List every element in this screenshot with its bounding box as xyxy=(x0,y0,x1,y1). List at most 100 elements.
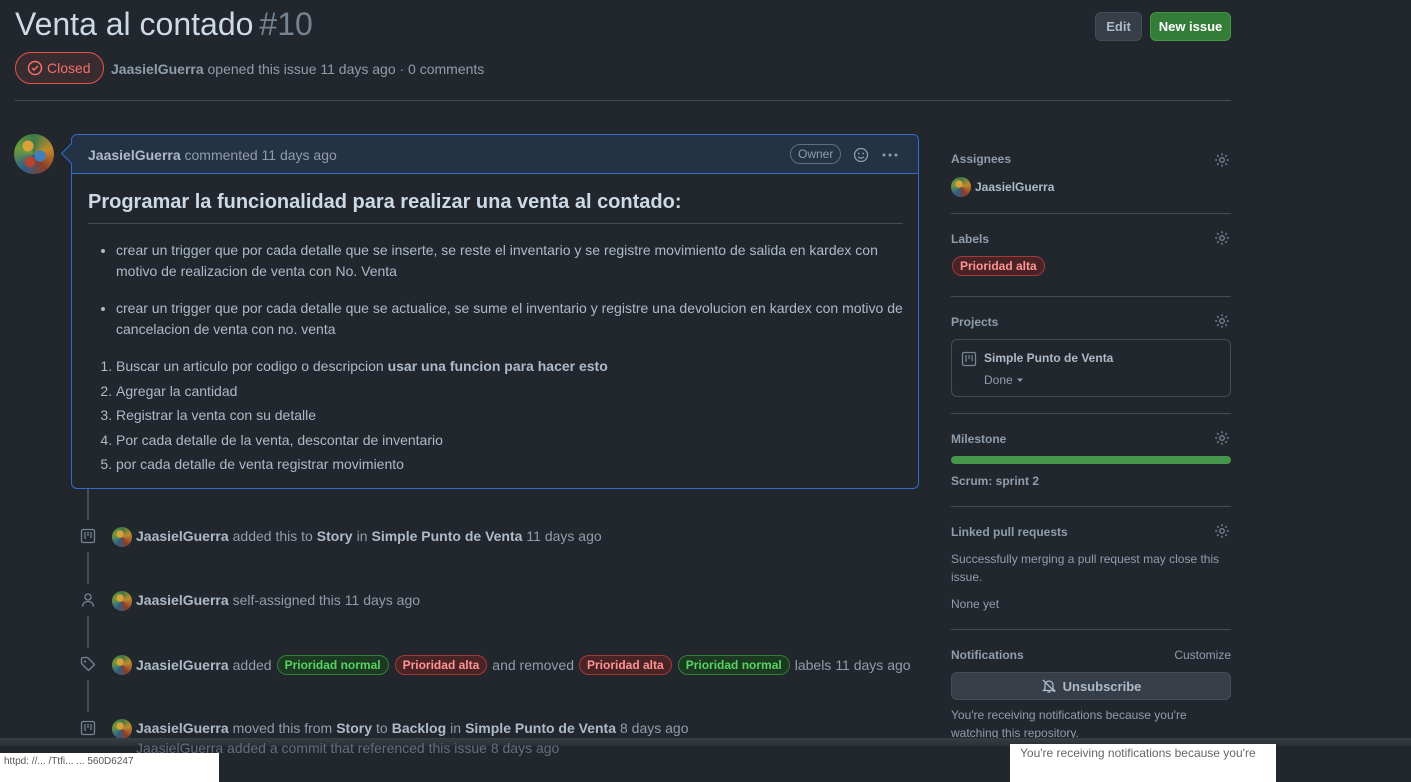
event-time[interactable]: 11 days ago xyxy=(526,528,601,544)
status-url-overlay: httpd: //... /Ttfi... ... 560D6247 xyxy=(0,753,219,782)
project-icon xyxy=(79,527,97,545)
sidebar-divider xyxy=(951,296,1231,297)
person-icon xyxy=(79,591,97,609)
event-column: Backlog xyxy=(391,720,447,736)
event-time[interactable]: 11 days ago xyxy=(835,657,910,673)
list-item: crear un trigger que por cada detalle qu… xyxy=(116,298,903,340)
avatar[interactable] xyxy=(951,177,971,197)
comment-action: commented 11 days ago xyxy=(184,147,337,163)
sidebar-divider xyxy=(951,629,1231,630)
sidebar-section-title[interactable]: Milestone xyxy=(951,432,1006,446)
timeline-event: JaasielGuerra added Prioridad normal Pri… xyxy=(136,655,911,675)
comment-author: JaasielGuerra commented 11 days ago xyxy=(88,147,337,163)
avatar[interactable] xyxy=(112,719,132,739)
comment-heading: Programar la funcionalidad para realizar… xyxy=(88,190,903,224)
avatar[interactable] xyxy=(14,134,54,174)
unsubscribe-button[interactable]: Unsubscribe xyxy=(951,672,1231,700)
list-item: por cada detalle de venta registrar movi… xyxy=(116,454,903,475)
header-divider xyxy=(15,100,1231,101)
timeline-event: JaasielGuerra added this to Story in Sim… xyxy=(136,528,602,544)
sidebar-section-title[interactable]: Labels xyxy=(951,232,989,246)
bullet-list: crear un trigger que por cada detalle qu… xyxy=(88,240,903,340)
sidebar-section-title[interactable]: Linked pull requests xyxy=(951,525,1068,539)
issue-author-link[interactable]: JaasielGuerra xyxy=(111,61,204,77)
linked-prs-description: Successfully merging a pull request may … xyxy=(951,552,1220,584)
bell-slash-icon xyxy=(1041,679,1056,693)
timeline-event: JaasielGuerra moved this from Story to B… xyxy=(136,720,689,736)
sidebar-section-title[interactable]: Assignees xyxy=(951,152,1011,166)
event-text: in xyxy=(450,720,462,736)
assignee-name[interactable]: JaasielGuerra xyxy=(975,180,1054,194)
label-badge[interactable]: Prioridad normal xyxy=(677,655,790,675)
comment-author-link[interactable]: JaasielGuerra xyxy=(88,147,181,163)
numbered-list: Buscar un articulo por codigo o descripc… xyxy=(88,356,903,475)
event-column: Story xyxy=(336,720,373,736)
event-text: added this to xyxy=(232,528,313,544)
project-name[interactable]: Simple Punto de Venta xyxy=(984,351,1113,365)
timeline-line xyxy=(87,489,89,520)
comment-body: Programar la funcionalidad para realizar… xyxy=(88,190,903,479)
customize-link[interactable]: Customize xyxy=(1174,648,1231,662)
list-item: Por cada detalle de la venta, descontar … xyxy=(116,430,903,451)
event-text: in xyxy=(356,528,368,544)
timeline-line xyxy=(87,552,89,584)
timeline-line xyxy=(87,616,89,648)
kebab-horizontal-icon[interactable] xyxy=(881,147,899,163)
edit-button[interactable]: Edit xyxy=(1095,12,1142,41)
issue-page: Venta al contado #10 Edit New issue Close… xyxy=(0,0,1411,782)
label-badge[interactable]: Prioridad normal xyxy=(276,655,389,675)
event-text: self-assigned this xyxy=(232,592,341,608)
comment-header: JaasielGuerra commented 11 days ago Owne… xyxy=(72,135,918,174)
issue-title: Venta al contado #10 xyxy=(15,6,313,43)
event-actor[interactable]: JaasielGuerra xyxy=(136,657,229,673)
event-text: labels xyxy=(794,657,832,673)
notification-overlay: You're receiving notifications because y… xyxy=(1010,744,1276,782)
event-project-link[interactable]: Simple Punto de Venta xyxy=(372,528,523,544)
linked-prs-empty: None yet xyxy=(951,597,1000,611)
event-actor[interactable]: JaasielGuerra xyxy=(136,720,229,736)
smiley-icon[interactable] xyxy=(853,147,869,163)
status-badge-label: Closed xyxy=(47,60,91,76)
sidebar-divider xyxy=(951,413,1231,414)
event-actor[interactable]: JaasielGuerra xyxy=(136,528,229,544)
project-status-select[interactable]: Done xyxy=(984,373,1024,387)
event-text: to xyxy=(376,720,388,736)
label-badge[interactable]: Prioridad alta xyxy=(394,655,488,675)
owner-badge: Owner xyxy=(790,144,842,164)
avatar[interactable] xyxy=(112,591,132,611)
event-text: moved this from xyxy=(232,720,333,736)
label-badge[interactable]: Prioridad alta xyxy=(952,256,1045,276)
event-column: Story xyxy=(316,528,353,544)
new-issue-button[interactable]: New issue xyxy=(1150,12,1231,41)
project-card[interactable]: Simple Punto de Venta Done xyxy=(951,339,1231,397)
chevron-down-icon xyxy=(1016,378,1023,382)
milestone-progress-bar xyxy=(951,456,1231,464)
issue-closed-icon xyxy=(27,60,43,76)
gear-icon[interactable] xyxy=(1214,430,1230,446)
event-time[interactable]: 11 days ago xyxy=(345,592,420,608)
project-icon xyxy=(961,351,977,367)
tag-icon xyxy=(79,655,97,673)
sidebar-divider xyxy=(951,213,1231,214)
sidebar-divider xyxy=(951,506,1231,507)
gear-icon[interactable] xyxy=(1214,523,1230,539)
event-time[interactable]: 8 days ago xyxy=(620,720,689,736)
project-icon xyxy=(79,719,97,737)
timeline-event: JaasielGuerra self-assigned this 11 days… xyxy=(136,592,420,608)
milestone-name[interactable]: Scrum: sprint 2 xyxy=(951,474,1039,488)
avatar[interactable] xyxy=(112,655,132,675)
gear-icon[interactable] xyxy=(1214,230,1230,246)
status-badge: Closed xyxy=(15,52,104,84)
timeline-line xyxy=(87,680,89,712)
event-actor[interactable]: JaasielGuerra xyxy=(136,592,229,608)
gear-icon[interactable] xyxy=(1214,313,1230,329)
gear-icon[interactable] xyxy=(1214,152,1230,168)
sidebar-section-title: Notifications xyxy=(951,648,1024,662)
event-text: and removed xyxy=(492,657,574,673)
event-project-link[interactable]: Simple Punto de Venta xyxy=(465,720,616,736)
avatar[interactable] xyxy=(112,527,132,547)
sidebar-section-title[interactable]: Projects xyxy=(951,315,998,329)
list-item: Agregar la cantidad xyxy=(116,381,903,402)
label-badge[interactable]: Prioridad alta xyxy=(579,655,672,675)
project-status: Done xyxy=(984,373,1013,387)
